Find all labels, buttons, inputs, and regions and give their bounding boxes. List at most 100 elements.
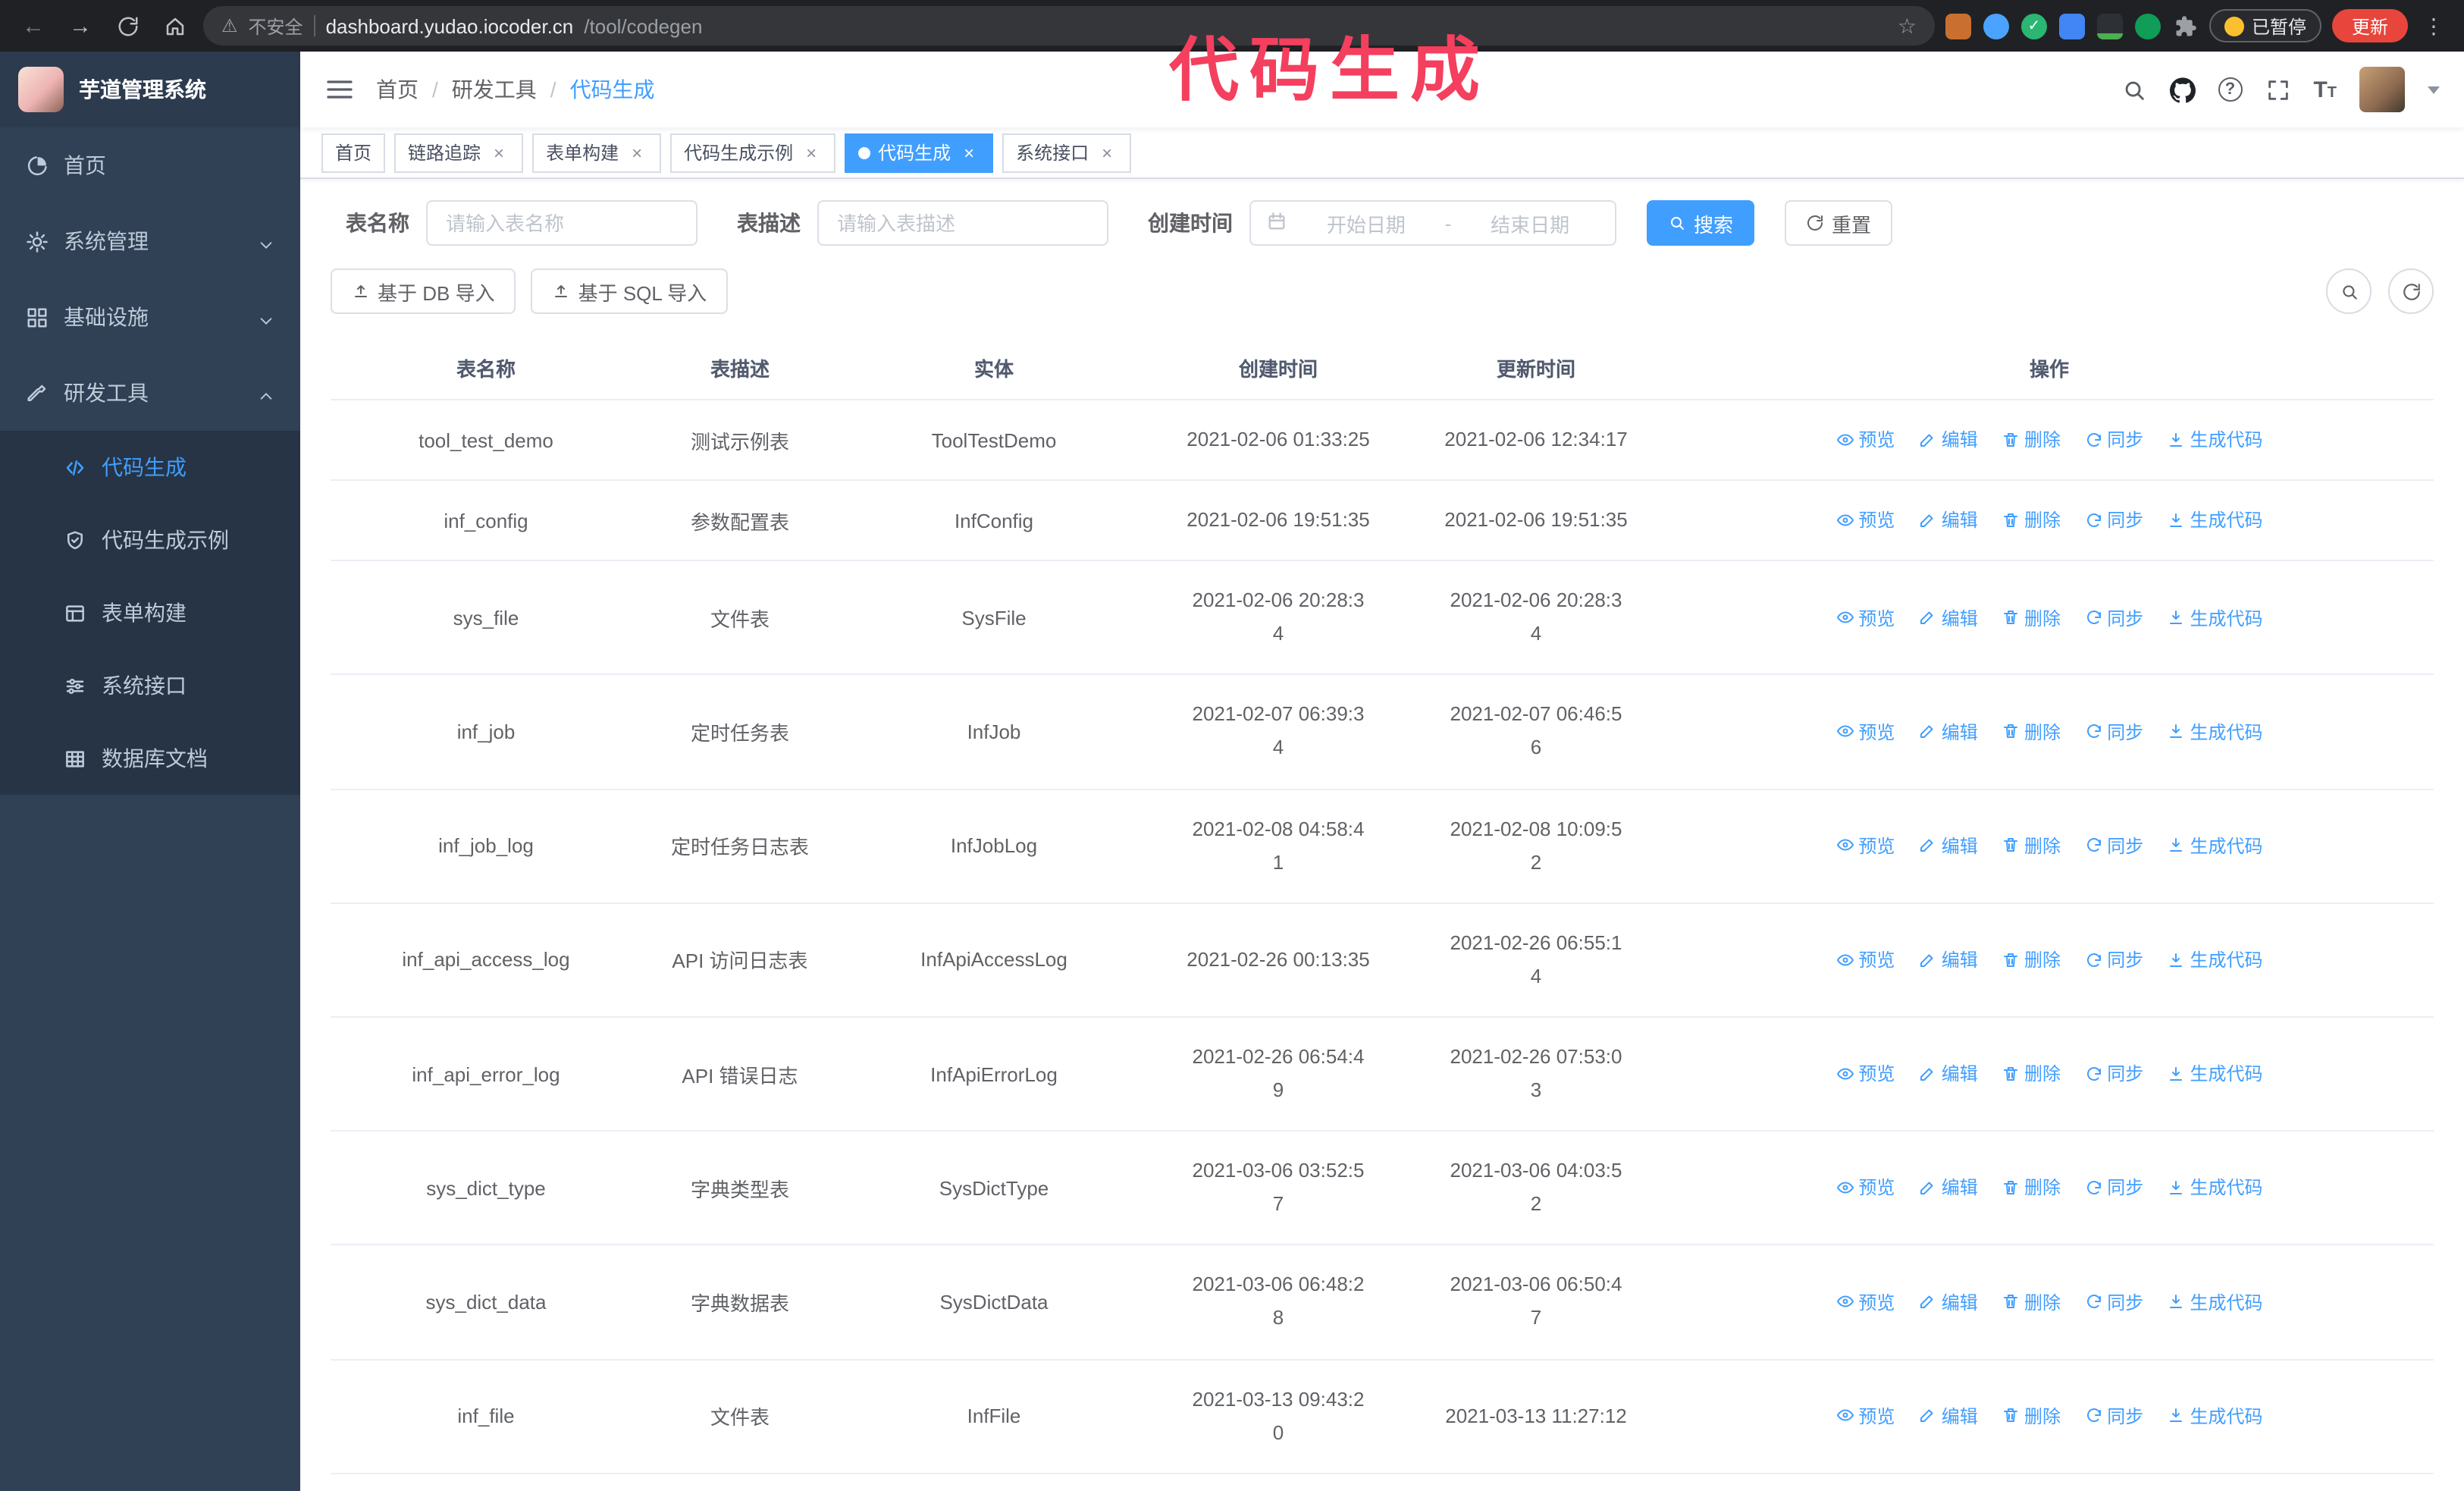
edit-link[interactable]: 编辑	[1919, 604, 1978, 630]
sidebar-item-form-builder[interactable]: 表单构建	[0, 576, 300, 649]
close-icon[interactable]: ×	[1096, 142, 1118, 163]
generate-code-link[interactable]: 生成代码	[2168, 833, 2263, 859]
preview-link[interactable]: 预览	[1835, 833, 1895, 859]
delete-link[interactable]: 删除	[2002, 604, 2061, 630]
import-sql-button[interactable]: 基于 SQL 导入	[531, 268, 729, 314]
sync-link[interactable]: 同步	[2084, 1403, 2143, 1429]
edit-link[interactable]: 编辑	[1919, 1061, 1978, 1087]
preview-link[interactable]: 预览	[1835, 604, 1895, 630]
delete-link[interactable]: 删除	[2002, 946, 2061, 972]
generate-code-link[interactable]: 生成代码	[2168, 507, 2263, 533]
extension-icon-dark[interactable]	[2096, 13, 2123, 39]
sidebar-item-codegen[interactable]: 代码生成	[0, 431, 300, 504]
delete-link[interactable]: 删除	[2002, 1061, 2061, 1087]
preview-link[interactable]: 预览	[1835, 1061, 1895, 1087]
delete-link[interactable]: 删除	[2002, 1289, 2061, 1314]
tab-form-builder[interactable]: 表单构建 ×	[532, 133, 662, 172]
edit-link[interactable]: 编辑	[1919, 946, 1978, 972]
tab-codegen[interactable]: 代码生成 ×	[845, 133, 994, 172]
chevron-down-icon[interactable]	[2428, 86, 2440, 93]
sync-link[interactable]: 同步	[2084, 833, 2143, 859]
fullscreen-icon[interactable]	[2265, 77, 2290, 102]
browser-menu-icon[interactable]: ⋮	[2419, 13, 2449, 39]
generate-code-link[interactable]: 生成代码	[2168, 718, 2263, 744]
edit-link[interactable]: 编辑	[1919, 1175, 1978, 1201]
sync-link[interactable]: 同步	[2084, 1175, 2143, 1201]
generate-code-link[interactable]: 生成代码	[2168, 1061, 2263, 1087]
extension-icon-leaf[interactable]	[2134, 13, 2161, 39]
generate-code-link[interactable]: 生成代码	[2168, 1175, 2263, 1201]
close-icon[interactable]: ×	[488, 142, 509, 163]
sidebar-item-system[interactable]: 系统管理	[0, 203, 300, 279]
sync-link[interactable]: 同步	[2084, 507, 2143, 533]
extension-icon-green-check[interactable]: ✓	[2020, 13, 2047, 39]
sync-link[interactable]: 同步	[2084, 604, 2143, 630]
tab-codegen-example[interactable]: 代码生成示例 ×	[670, 133, 836, 172]
table-name-input[interactable]	[426, 200, 698, 246]
date-range-picker[interactable]: 开始日期 - 结束日期	[1249, 200, 1616, 246]
reload-icon[interactable]	[109, 8, 146, 44]
preview-link[interactable]: 预览	[1835, 718, 1895, 744]
sidebar-item-home[interactable]: 首页	[0, 127, 300, 203]
help-icon[interactable]: ?	[2218, 77, 2243, 102]
github-icon[interactable]	[2169, 77, 2196, 102]
edit-link[interactable]: 编辑	[1919, 718, 1978, 744]
extensions-puzzle-icon[interactable]	[2173, 13, 2199, 39]
extension-icon-blue[interactable]	[1983, 13, 2009, 39]
extension-icon-orange[interactable]	[1945, 13, 1971, 39]
import-db-button[interactable]: 基于 DB 导入	[331, 268, 516, 314]
delete-link[interactable]: 删除	[2002, 1403, 2061, 1429]
edit-link[interactable]: 编辑	[1919, 507, 1978, 533]
forward-icon[interactable]: →	[62, 8, 99, 44]
refresh-button[interactable]	[2388, 268, 2434, 314]
edit-link[interactable]: 编辑	[1919, 1403, 1978, 1429]
sync-link[interactable]: 同步	[2084, 1289, 2143, 1314]
address-bar[interactable]: ⚠ 不安全 dashboard.yudao.iocoder.cn /tool/c…	[203, 6, 1935, 46]
preview-link[interactable]: 预览	[1835, 1175, 1895, 1201]
breadcrumb-item-home[interactable]: 首页	[376, 74, 419, 105]
tab-home[interactable]: 首页	[321, 133, 386, 172]
preview-link[interactable]: 预览	[1835, 1403, 1895, 1429]
delete-link[interactable]: 删除	[2002, 1175, 2061, 1201]
generate-code-link[interactable]: 生成代码	[2168, 946, 2263, 972]
preview-link[interactable]: 预览	[1835, 507, 1895, 533]
generate-code-link[interactable]: 生成代码	[2168, 604, 2263, 630]
preview-link[interactable]: 预览	[1835, 427, 1895, 453]
home-icon[interactable]	[156, 8, 193, 44]
edit-link[interactable]: 编辑	[1919, 833, 1978, 859]
delete-link[interactable]: 删除	[2002, 718, 2061, 744]
preview-link[interactable]: 预览	[1835, 1289, 1895, 1314]
preview-link[interactable]: 预览	[1835, 946, 1895, 972]
close-icon[interactable]: ×	[958, 142, 980, 163]
tab-trace[interactable]: 链路追踪 ×	[394, 133, 524, 172]
sidebar-item-infrastructure[interactable]: 基础设施	[0, 279, 300, 355]
font-size-icon[interactable]: TT	[2313, 77, 2337, 102]
close-icon[interactable]: ×	[626, 142, 647, 163]
toggle-search-button[interactable]	[2326, 268, 2372, 314]
close-icon[interactable]: ×	[801, 142, 822, 163]
sidebar-item-codegen-example[interactable]: 代码生成示例	[0, 504, 300, 576]
edit-link[interactable]: 编辑	[1919, 427, 1978, 453]
delete-link[interactable]: 删除	[2002, 507, 2061, 533]
sidebar-item-system-api[interactable]: 系统接口	[0, 649, 300, 722]
sync-link[interactable]: 同步	[2084, 718, 2143, 744]
delete-link[interactable]: 删除	[2002, 427, 2061, 453]
sync-link[interactable]: 同步	[2084, 1061, 2143, 1087]
generate-code-link[interactable]: 生成代码	[2168, 427, 2263, 453]
tab-system-api[interactable]: 系统接口 ×	[1002, 133, 1132, 172]
extension-icon-users[interactable]	[2058, 13, 2085, 39]
reset-button[interactable]: 重置	[1785, 200, 1893, 246]
delete-link[interactable]: 删除	[2002, 833, 2061, 859]
bookmark-icon[interactable]: ☆	[1898, 13, 1917, 39]
hamburger-icon[interactable]	[324, 74, 355, 105]
sync-link[interactable]: 同步	[2084, 427, 2143, 453]
sync-link[interactable]: 同步	[2084, 946, 2143, 972]
security-label[interactable]: 不安全	[249, 13, 303, 39]
paused-badge[interactable]: 已暂停	[2209, 9, 2321, 42]
back-icon[interactable]: ←	[15, 8, 52, 44]
generate-code-link[interactable]: 生成代码	[2168, 1289, 2263, 1314]
generate-code-link[interactable]: 生成代码	[2168, 1403, 2263, 1429]
search-button[interactable]: 搜索	[1647, 200, 1755, 246]
sidebar-item-db-doc[interactable]: 数据库文档	[0, 722, 300, 795]
update-button[interactable]: 更新	[2331, 9, 2408, 42]
